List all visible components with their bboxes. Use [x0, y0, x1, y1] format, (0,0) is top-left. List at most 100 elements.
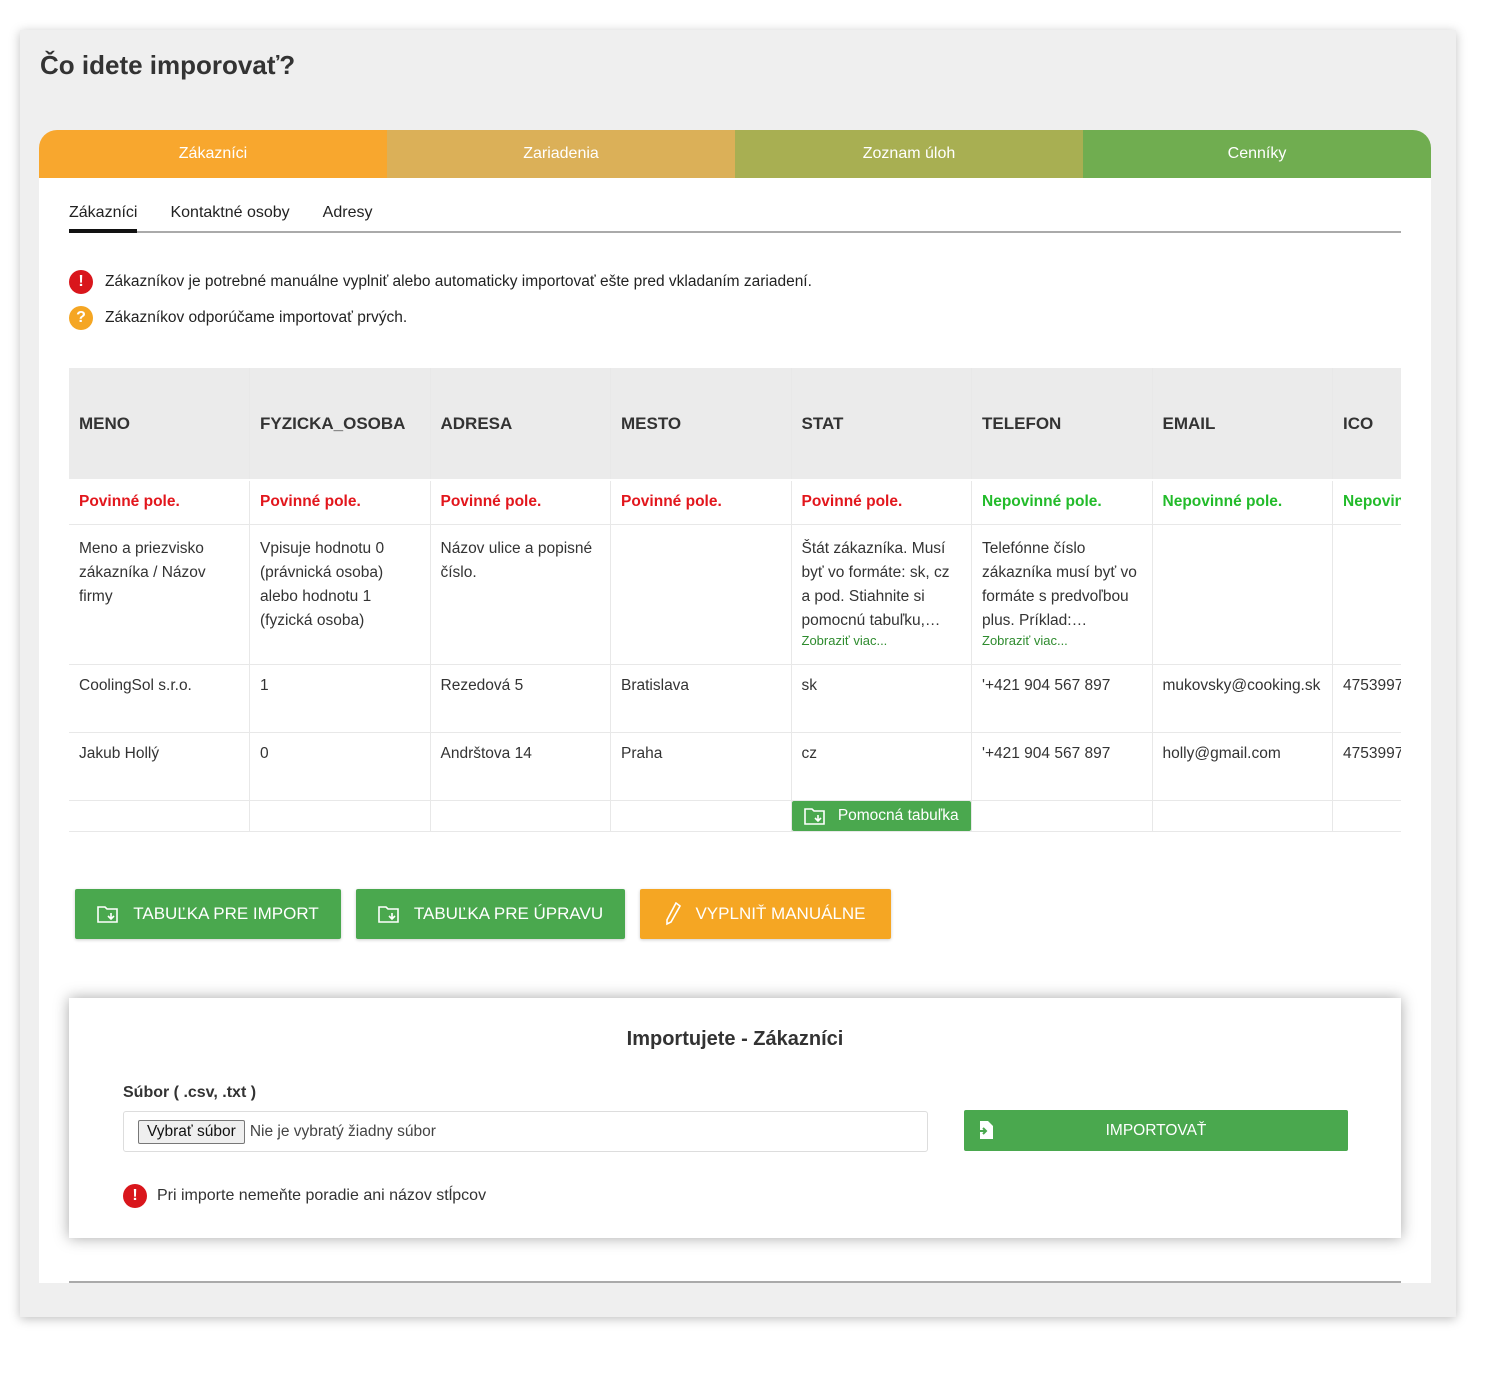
- question-icon: ?: [69, 306, 93, 330]
- column-header: MENO: [69, 368, 250, 481]
- import-warning: ! Pri importe nemeňte poradie ani názov …: [123, 1184, 486, 1208]
- fill-manually-label: VYPLNIŤ MANUÁLNE: [695, 904, 866, 923]
- required-label: Povinné pole.: [69, 480, 250, 525]
- tab-cenniky[interactable]: Cenníky: [1083, 130, 1431, 178]
- required-label: Povinné pole.: [791, 480, 972, 525]
- column-header: EMAIL: [1152, 368, 1333, 481]
- empty-cell: [1332, 800, 1401, 832]
- import-table-label: TABUĽKA PRE IMPORT: [133, 904, 319, 923]
- required-label: Povinné pole.: [430, 480, 611, 525]
- table-header-row: MENO FYZICKA_OSOBA ADRESA MESTO STAT TEL…: [69, 368, 1401, 481]
- description-row: Meno a priezvisko zákazníka / Názov firm…: [69, 524, 1401, 665]
- content-card: Zákazníci Kontaktné osoby Adresy ! Zákaz…: [39, 178, 1431, 1283]
- folder-download-icon: [97, 906, 119, 923]
- exclamation-icon: !: [69, 270, 93, 294]
- folder-download-icon: [378, 906, 399, 923]
- column-header: STAT: [791, 368, 972, 481]
- empty-cell: [69, 800, 250, 832]
- helper-cell: Pomocná tabuľka: [791, 800, 972, 832]
- file-import-icon: [977, 1121, 993, 1139]
- table-cell: '+421 904 567 897: [971, 664, 1153, 733]
- column-description-cell: Štát zákazníka. Musí byť vo formáte: sk,…: [791, 524, 972, 665]
- tab-zakaznici[interactable]: Zákazníci: [39, 130, 387, 178]
- show-more-link[interactable]: Zobraziť viac...: [982, 633, 1142, 649]
- table-cell: Praha: [610, 732, 792, 801]
- tab-zariadenia[interactable]: Zariadenia: [387, 130, 735, 178]
- table-cell: '+421 904 567 897: [971, 732, 1153, 801]
- table-cell: 4753997: [1332, 664, 1401, 733]
- import-warning-text: Pri importe nemeňte poradie ani názov st…: [157, 1187, 487, 1204]
- helper-table-label: Pomocná tabuľka: [837, 806, 959, 824]
- table-cell: Bratislava: [610, 664, 792, 733]
- file-label: Súbor ( .csv, .txt ): [123, 1084, 257, 1101]
- edit-table-button[interactable]: TABUĽKA PRE ÚPRAVU: [356, 889, 625, 939]
- table-cell: Rezedová 5: [430, 664, 611, 733]
- import-table-button[interactable]: TABUĽKA PRE IMPORT: [75, 889, 341, 939]
- table-cell: sk: [791, 664, 972, 733]
- column-description: Názov ulice a popisné číslo.: [430, 524, 611, 665]
- notice-text: Zákazníkov odporúčame importovať prvých.: [105, 309, 408, 326]
- column-description: Telefónne číslo zákazníka musí byť vo fo…: [982, 539, 1137, 629]
- helper-table-button[interactable]: Pomocná tabuľka: [791, 800, 971, 831]
- table-row: CoolingSol s.r.o. 1 Rezedová 5 Bratislav…: [69, 664, 1401, 733]
- table-cell: 4753997: [1332, 732, 1401, 801]
- column-description: Meno a priezvisko zákazníka / Názov firm…: [69, 524, 250, 665]
- empty-cell: [610, 800, 792, 832]
- optional-label: Nepovinné pole.: [1332, 480, 1401, 525]
- required-label: Povinné pole.: [249, 480, 431, 525]
- empty-cell: [1152, 800, 1333, 832]
- column-header: MESTO: [610, 368, 792, 481]
- table-cell: mukovsky@cooking.sk: [1152, 664, 1333, 733]
- column-description: [1152, 524, 1333, 665]
- tab-zoznam-uloh[interactable]: Zoznam úloh: [735, 130, 1083, 178]
- optional-label: Nepovinné pole.: [971, 480, 1153, 525]
- empty-cell: [971, 800, 1153, 832]
- column-description: [610, 524, 792, 665]
- table-cell: Andrštova 14: [430, 732, 611, 801]
- pencil-icon: [666, 902, 682, 926]
- column-header: ICO: [1332, 368, 1401, 481]
- page-title: Čo idete imporovať?: [40, 50, 296, 80]
- required-label: Povinné pole.: [610, 480, 792, 525]
- table-row: Jakub Hollý 0 Andrštova 14 Praha cz '+42…: [69, 732, 1401, 801]
- file-input[interactable]: Vybrať súbor Nie je vybratý žiadny súbor: [123, 1111, 928, 1152]
- import-panel: Čo idete imporovať? Zákazníci Zariadenia…: [20, 30, 1456, 1317]
- subtab-kontaktne-osoby[interactable]: Kontaktné osoby: [170, 202, 289, 233]
- show-more-link[interactable]: Zobraziť viac...: [802, 633, 962, 649]
- table-cell: 0: [249, 732, 431, 801]
- column-description-cell: Telefónne číslo zákazníka musí byť vo fo…: [971, 524, 1153, 665]
- table-cell: 1: [249, 664, 431, 733]
- empty-cell: [249, 800, 431, 832]
- column-description: Štát zákazníka. Musí byť vo formáte: sk,…: [801, 539, 950, 629]
- table-cell: CoolingSol s.r.o.: [69, 664, 250, 733]
- column-description: [1332, 524, 1401, 665]
- import-button[interactable]: IMPORTOVAŤ: [964, 1110, 1348, 1151]
- column-description: Vpisuje hodnotu 0 (právnická osoba) aleb…: [249, 524, 431, 665]
- subtab-zakaznici[interactable]: Zákazníci: [69, 202, 138, 233]
- optional-label: Nepovinné pole.: [1152, 480, 1333, 525]
- table-footer-row: Pomocná tabuľka: [69, 800, 1401, 832]
- notice-required: ! Zákazníkov je potrebné manuálne vyplni…: [69, 270, 812, 294]
- sub-tabs: Zákazníci Kontaktné osoby Adresy: [69, 202, 1401, 233]
- table-cell: Jakub Hollý: [69, 732, 250, 801]
- edit-table-label: TABUĽKA PRE ÚPRAVU: [413, 904, 604, 923]
- table-cell: cz: [791, 732, 972, 801]
- column-header: TELEFON: [971, 368, 1153, 481]
- divider: [69, 1281, 1401, 1283]
- folder-download-icon: [804, 807, 825, 825]
- import-dialog: Importujete - Zákazníci Súbor ( .csv, .t…: [69, 998, 1401, 1238]
- file-status: Nie je vybratý žiadny súbor: [249, 1122, 436, 1140]
- notice-text: Zákazníkov je potrebné manuálne vyplniť …: [105, 273, 812, 290]
- column-header: ADRESA: [430, 368, 611, 481]
- subtab-adresy[interactable]: Adresy: [323, 202, 373, 233]
- columns-table: MENO FYZICKA_OSOBA ADRESA MESTO STAT TEL…: [69, 368, 1401, 834]
- empty-cell: [430, 800, 611, 832]
- notice-recommend: ? Zákazníkov odporúčame importovať prvýc…: [69, 306, 407, 330]
- action-buttons: TABUĽKA PRE IMPORT TABUĽKA PRE ÚPRAVU VY…: [75, 889, 906, 939]
- column-header: FYZICKA_OSOBA: [249, 368, 431, 481]
- import-button-label: IMPORTOVAŤ: [1105, 1121, 1207, 1139]
- fill-manually-button[interactable]: VYPLNIŤ MANUÁLNE: [640, 889, 891, 939]
- category-tabs: Zákazníci Zariadenia Zoznam úloh Cenníky: [39, 130, 1431, 178]
- import-title: Importujete - Zákazníci: [626, 1028, 844, 1050]
- choose-file-button[interactable]: Vybrať súbor: [138, 1119, 245, 1144]
